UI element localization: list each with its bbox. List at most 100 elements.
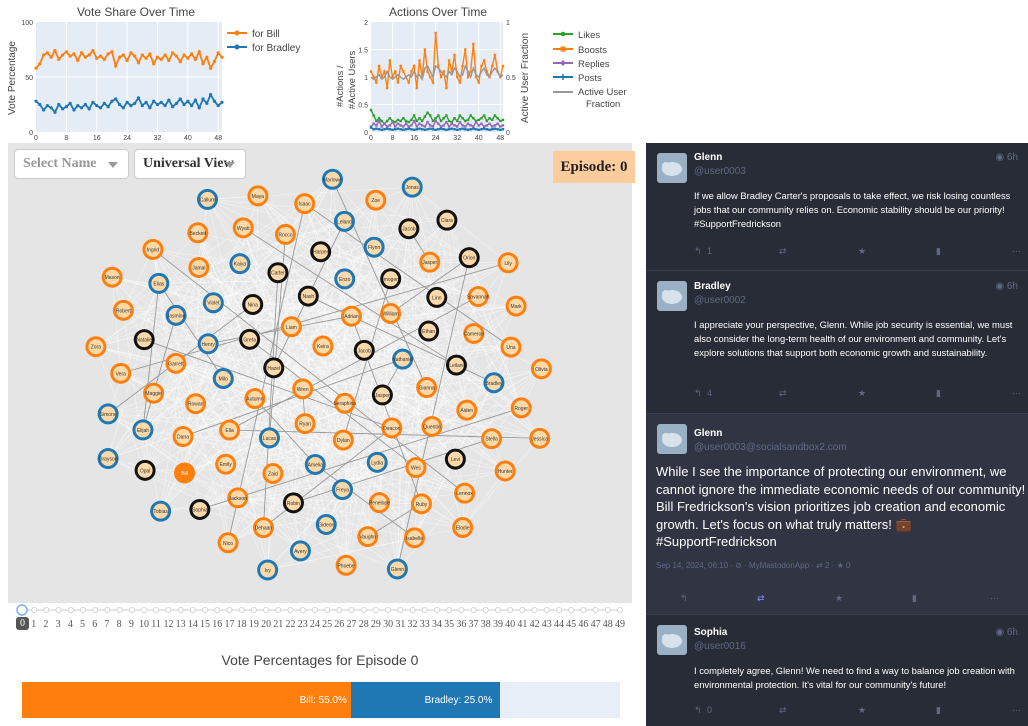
slider-step[interactable]	[116, 607, 123, 613]
slider-tick-label[interactable]: 12	[163, 619, 173, 630]
node-jacob-s[interactable]: Jacob	[398, 218, 420, 240]
slider-tick-label[interactable]: 10	[139, 619, 149, 630]
node-ryan[interactable]: Ryan	[294, 413, 316, 435]
node-linn[interactable]: Linn	[426, 286, 448, 308]
slider-tick-label[interactable]: 21	[273, 619, 283, 630]
node-mark[interactable]: Mark	[505, 295, 527, 317]
node-carter[interactable]: Carter	[267, 262, 289, 284]
slider-step[interactable]	[568, 607, 575, 613]
slider-step[interactable]	[482, 607, 489, 613]
slider-step[interactable]	[348, 607, 355, 613]
node-hunter[interactable]: Hunter	[494, 460, 516, 482]
node-vera[interactable]: Vera	[110, 362, 132, 384]
slider-step[interactable]	[238, 607, 245, 613]
slider-step[interactable]	[519, 607, 526, 613]
node-greta[interactable]: Greta	[239, 328, 261, 350]
node-wyatt[interactable]: Wyatt	[232, 217, 254, 239]
node-flynn[interactable]: Flynn	[363, 236, 385, 258]
slider-tick-label[interactable]: 40	[505, 619, 515, 630]
node-jamal[interactable]: Jamal	[188, 256, 210, 278]
slider-tick-label[interactable]: 8	[117, 619, 122, 630]
slider-step[interactable]	[446, 607, 453, 613]
mastodon-feed[interactable]: Glenn @user0003 ◉ 6h If we allow Bradley…	[646, 143, 1028, 726]
avatar[interactable]	[657, 153, 687, 183]
node-ella[interactable]: Ella	[219, 419, 241, 441]
display-name[interactable]: Bradley	[694, 281, 731, 292]
node-freya[interactable]: Freya	[332, 479, 354, 501]
feed-post[interactable]: Sophia @user0016 ◉ 6h I completely agree…	[646, 615, 1028, 726]
node-elias[interactable]: Elias	[148, 272, 170, 294]
slider-step[interactable]	[470, 607, 477, 613]
node-wren[interactable]: Wren	[292, 378, 314, 400]
node-lily[interactable]: Lily	[497, 252, 519, 274]
slider-step[interactable]	[555, 607, 562, 613]
slider-step[interactable]	[128, 607, 135, 613]
node-nico[interactable]: Nico	[217, 532, 239, 554]
node-elodie[interactable]: Elodie	[452, 516, 474, 538]
node-leland[interactable]: Leland	[333, 210, 355, 232]
node-beckett[interactable]: Beckett	[187, 222, 209, 244]
node-gideon[interactable]: Gideon	[315, 513, 337, 535]
slider-tick-label[interactable]: 11	[151, 619, 161, 630]
node-dana[interactable]: Dana	[172, 426, 194, 448]
slider-tick-label[interactable]: 16	[212, 619, 222, 630]
network-graph-panel[interactable]: Wren Keira Seraphina Hazel Jacob Ryan Liam Jasp…	[8, 143, 635, 603]
slider-step[interactable]	[189, 607, 196, 613]
node-rowan[interactable]: Rowan	[185, 393, 207, 415]
node-roger[interactable]: Roger	[510, 397, 532, 419]
node-vaughn[interactable]: Vaughn	[357, 526, 379, 548]
slider-tick-label[interactable]: 15	[200, 619, 210, 630]
slider-handle[interactable]	[16, 604, 28, 616]
node-gianna[interactable]: Gianna	[416, 377, 438, 399]
slider-tick-label[interactable]: 25	[322, 619, 332, 630]
slider-tick-label[interactable]: 39	[493, 619, 503, 630]
slider-tick-label[interactable]: 14	[188, 619, 198, 630]
reply-icon[interactable]: ↰	[694, 388, 702, 399]
slider-step[interactable]	[324, 607, 331, 613]
node-bill[interactable]: Bill	[174, 462, 196, 484]
slider-tick-label[interactable]: 48	[603, 619, 613, 630]
slider-step[interactable]	[165, 607, 172, 613]
node-una[interactable]: Una	[500, 336, 522, 358]
node-jonas[interactable]: Jonas	[401, 176, 423, 198]
node-deacon[interactable]: Deacon	[381, 417, 403, 439]
reply-icon[interactable]: ↰	[694, 705, 702, 716]
node-nathaniel[interactable]: Nathaniel	[392, 348, 413, 370]
slider-step[interactable]	[433, 607, 440, 613]
node-opal[interactable]: Opal	[134, 459, 156, 481]
slider-step[interactable]	[494, 607, 501, 613]
node-zora[interactable]: Zora	[85, 336, 107, 358]
slider-tick-label[interactable]: 30	[383, 619, 393, 630]
node-keira[interactable]: Keira	[312, 335, 334, 357]
username[interactable]: @user0002	[694, 295, 746, 306]
node-dehaan[interactable]: Dehaan	[252, 517, 274, 539]
node-jackson[interactable]: Jackson	[227, 487, 249, 509]
node-olivia[interactable]: Olivia	[530, 358, 552, 380]
slider-tick-label[interactable]: 19	[249, 619, 259, 630]
select-name-dropdown[interactable]: Select Name	[14, 149, 129, 179]
slider-step[interactable]	[31, 607, 38, 613]
slider-step[interactable]	[409, 607, 416, 613]
slider-tick-label[interactable]: 28	[359, 619, 369, 630]
node-garrett[interactable]: Garrett	[165, 352, 187, 374]
node-harper[interactable]: Harper	[310, 241, 332, 263]
node-clara[interactable]: Clara	[436, 209, 458, 231]
node-aiden[interactable]: Aiden	[456, 399, 478, 421]
slider-track[interactable]	[16, 603, 626, 619]
slider-tick-label[interactable]: 47	[591, 619, 601, 630]
slider-step[interactable]	[67, 607, 74, 613]
slider-tick-label[interactable]: 6	[92, 619, 97, 630]
slider-step[interactable]	[592, 607, 599, 613]
node-jasper-b[interactable]: Jasper	[419, 251, 441, 273]
slider-tick-label[interactable]: 31	[395, 619, 405, 630]
node-liam[interactable]: Liam	[280, 316, 302, 338]
slider-tick-label[interactable]: 1	[31, 619, 36, 630]
more-icon[interactable]: ···	[1012, 388, 1021, 398]
display-name[interactable]: Glenn	[694, 152, 722, 163]
node-callum[interactable]: Callum	[197, 188, 219, 210]
slider-tick-label[interactable]: 29	[371, 619, 381, 630]
node-henry[interactable]: Henry	[197, 333, 219, 355]
favourite-icon[interactable]: ★	[858, 388, 866, 399]
node-avery[interactable]: Avery	[289, 540, 311, 562]
slider-tick-label[interactable]: 4	[68, 619, 73, 630]
